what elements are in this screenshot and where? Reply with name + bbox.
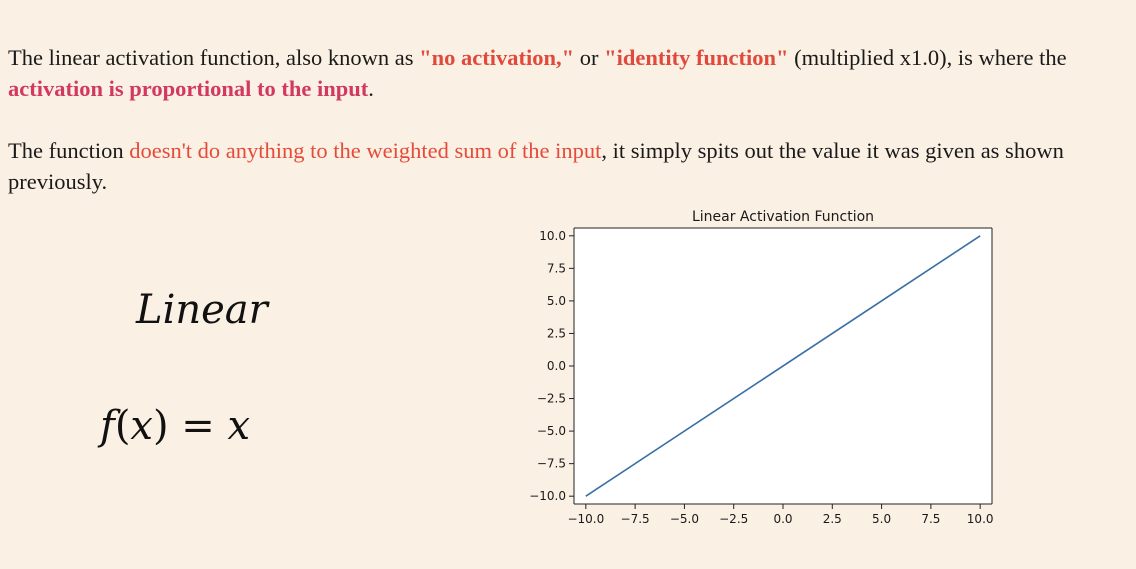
x-tick-label: −5.0 [670, 512, 699, 526]
proportional-highlight: activation is proportional to the input [8, 76, 369, 101]
formula-rhs: x [227, 403, 251, 449]
formula-label: Linear [136, 287, 268, 333]
intro-text-4: . [368, 76, 374, 101]
y-tick-label: −10.0 [529, 489, 566, 503]
x-tick-label: −10.0 [567, 512, 604, 526]
x-tick-label: 0.0 [773, 512, 792, 526]
x-tick-label: 7.5 [921, 512, 940, 526]
no-activation-highlight: "no activation," [419, 45, 575, 70]
x-tick-label: −7.5 [621, 512, 650, 526]
x-tick-label: 2.5 [823, 512, 842, 526]
chart-title: Linear Activation Function [692, 209, 874, 225]
y-tick-label: −2.5 [537, 392, 566, 406]
formula-x: x [130, 403, 153, 449]
intro-text-2: or [574, 45, 605, 70]
x-tick-label: 5.0 [872, 512, 891, 526]
y-tick-label: −5.0 [537, 424, 566, 438]
weighted-sum-highlight: doesn't do anything to the weighted sum … [129, 138, 602, 163]
formula-equals: = [168, 403, 228, 449]
linear-activation-chart: Linear Activation Function −10.0 −7.5 −5.0… [529, 209, 994, 526]
formula-rparen: ) [152, 403, 169, 449]
formula-lparen: ( [114, 403, 131, 449]
y-tick-label: 5.0 [547, 294, 566, 308]
description-paragraph: The function doesn't do anything to the … [8, 135, 1118, 197]
y-tick-label: 2.5 [547, 326, 566, 340]
y-tick-label: 10.0 [539, 229, 566, 243]
y-tick-label: 7.5 [547, 261, 566, 275]
formula-f: f [100, 403, 115, 449]
formula-equation: f(x) = x [100, 400, 250, 452]
intro-paragraph: The linear activation function, also kno… [8, 42, 1118, 104]
y-tick-label: −7.5 [537, 457, 566, 471]
x-tick-label: 10.0 [967, 512, 994, 526]
desc-text-1: The function [8, 138, 130, 163]
y-tick-label: 0.0 [547, 359, 566, 373]
intro-text-3: (multiplied x1.0), is where the [788, 45, 1067, 70]
intro-text-1: The linear activation function, also kno… [8, 45, 420, 70]
identity-function-highlight: "identity function" [604, 45, 789, 70]
x-tick-label: −2.5 [719, 512, 748, 526]
